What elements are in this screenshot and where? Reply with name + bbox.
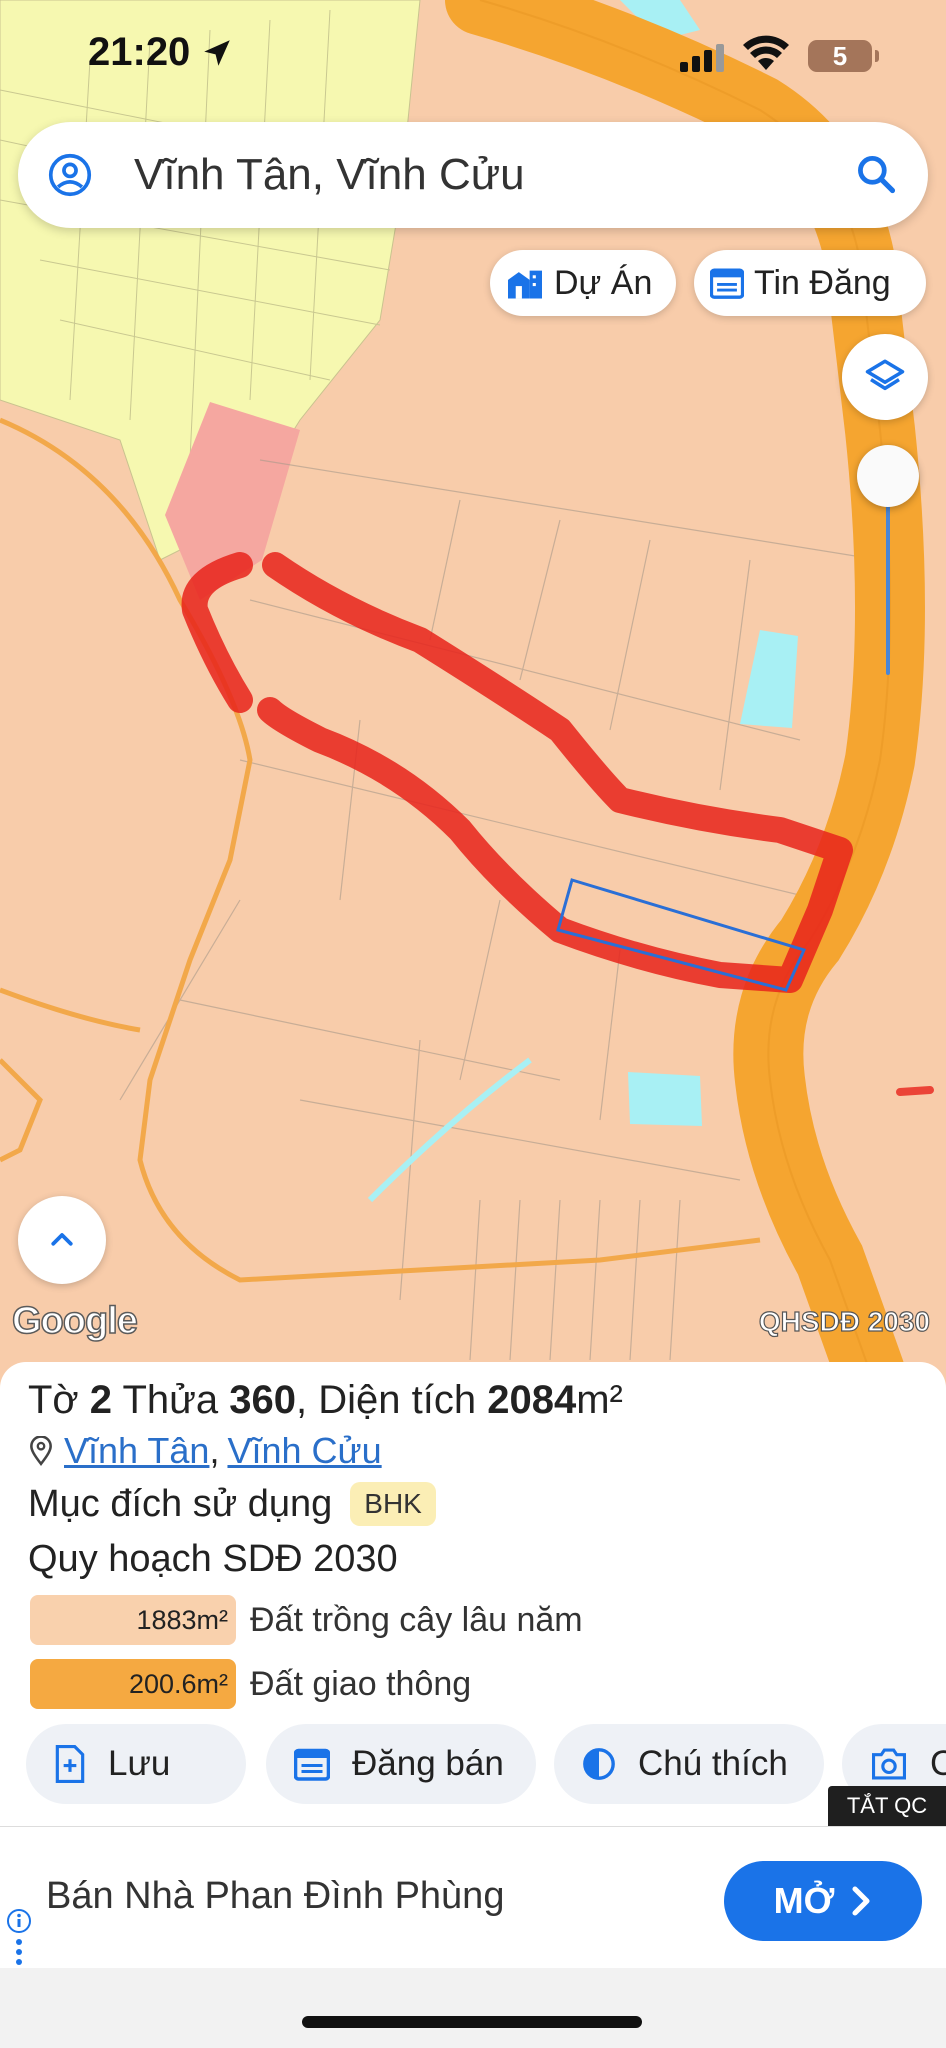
area-label: , Diện tích	[296, 1378, 477, 1422]
listings-chip-label: Tin Đăng	[754, 263, 891, 302]
land-use-name: Đất giao thông	[250, 1664, 472, 1703]
expand-button[interactable]	[18, 1196, 106, 1284]
search-bar[interactable]: Vĩnh Tân, Vĩnh Cửu	[18, 122, 928, 228]
ward-link[interactable]: Vĩnh Tân	[64, 1430, 209, 1472]
district-link[interactable]: Vĩnh Cửu	[227, 1430, 381, 1472]
parcel-info-sheet: Tờ 2 Thửa 360, Diện tích 2084m² Vĩnh Tân…	[0, 1362, 946, 1826]
wifi-icon	[742, 34, 790, 77]
land-use-name: Đất trồng cây lâu năm	[250, 1600, 583, 1639]
info-icon[interactable]	[6, 1908, 32, 1973]
close-ad-button[interactable]: TẮT QC	[828, 1786, 946, 1826]
land-use-row: 200.6m² Đất giao thông	[30, 1658, 471, 1710]
sheet-number: 2	[89, 1378, 113, 1422]
search-icon[interactable]	[854, 152, 898, 201]
search-input[interactable]: Vĩnh Tân, Vĩnh Cửu	[134, 150, 525, 200]
add-file-icon	[55, 1745, 85, 1783]
plot-label: Thửa	[122, 1378, 219, 1422]
area-unit: m²	[576, 1378, 623, 1422]
location-arrow-icon	[200, 36, 234, 75]
sheet-label: Tờ	[28, 1378, 79, 1422]
home-indicator[interactable]	[302, 2016, 642, 2028]
half-circle-icon	[583, 1748, 615, 1780]
projects-chip-label: Dự Án	[554, 263, 653, 302]
area-value: 2084	[487, 1378, 577, 1422]
post-sale-button-label: Đăng bán	[352, 1744, 504, 1783]
listings-chip[interactable]: Tin Đăng	[694, 250, 926, 316]
layers-icon	[865, 359, 905, 391]
ad-open-label: MỞ	[773, 1880, 835, 1921]
plot-number: 360	[229, 1378, 297, 1422]
battery-indicator: 5	[808, 40, 879, 72]
save-button[interactable]: Lưu	[26, 1724, 246, 1804]
calendar-list-icon	[710, 268, 744, 299]
ad-text[interactable]: Bán Nhà Phan Đình Phùng	[46, 1875, 504, 1918]
google-logo: Google	[11, 1299, 138, 1343]
purpose-row: Mục đích sử dụng BHK	[28, 1482, 436, 1526]
calendar-list-icon	[294, 1748, 330, 1781]
location-pin-icon	[30, 1436, 52, 1466]
map-layer-label: QHSDĐ 2030	[758, 1305, 930, 1337]
post-sale-button[interactable]: Đăng bán	[266, 1724, 536, 1804]
projects-chip[interactable]: Dự Án	[490, 250, 676, 316]
purpose-label: Mục đích sử dụng	[28, 1482, 333, 1525]
purpose-code-badge: BHK	[350, 1482, 436, 1526]
legend-button-label: Chú thích	[638, 1744, 788, 1783]
legend-button[interactable]: Chú thích	[554, 1724, 824, 1804]
ad-banner[interactable]: Bán Nhà Phan Đình Phùng MỞ	[0, 1826, 946, 1968]
save-button-label: Lưu	[108, 1744, 171, 1783]
land-use-row: 1883m² Đất trồng cây lâu năm	[30, 1594, 583, 1646]
chevron-right-icon	[852, 1886, 870, 1916]
chevron-up-icon	[51, 1233, 73, 1246]
opacity-slider-handle[interactable]	[857, 445, 919, 507]
cellular-signal-icon	[680, 44, 726, 77]
bottom-safe-area	[0, 1968, 946, 2048]
location-separator: ,	[209, 1430, 220, 1471]
layers-button[interactable]	[842, 334, 928, 420]
parcel-title: Tờ 2 Thửa 360, Diện tích 2084m²	[28, 1378, 623, 1423]
building-icon	[508, 270, 542, 299]
account-icon[interactable]	[48, 153, 92, 202]
status-bar: 21:20 5	[0, 0, 946, 110]
location-row: Vĩnh Tân, Vĩnh Cửu	[28, 1430, 382, 1472]
land-use-area-swatch: 200.6m²	[30, 1659, 236, 1709]
capture-button-label: C	[930, 1744, 946, 1783]
camera-add-icon	[872, 1748, 906, 1780]
plan-label: Quy hoạch SDĐ 2030	[28, 1538, 398, 1580]
land-use-area-swatch: 1883m²	[30, 1595, 236, 1645]
clock: 21:20	[88, 30, 191, 74]
ad-open-button[interactable]: MỞ	[724, 1861, 922, 1941]
